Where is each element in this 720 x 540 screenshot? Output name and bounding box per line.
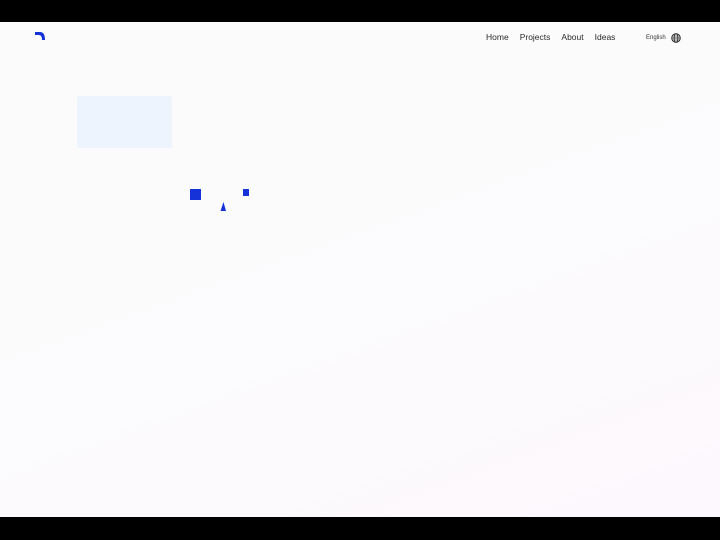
nav-projects-link[interactable]: Projects: [520, 32, 551, 42]
nav-ideas-link[interactable]: Ideas: [595, 32, 616, 42]
letterbox-bottom: [0, 517, 720, 540]
decorative-triangle-shape: [220, 202, 226, 211]
loading-card-placeholder: [77, 96, 172, 148]
globe-icon: [670, 33, 681, 43]
nav-about-link[interactable]: About: [561, 32, 583, 42]
letterbox-top: [0, 0, 720, 22]
language-label: English: [646, 35, 666, 41]
decorative-square-small: [243, 189, 249, 196]
main-nav: Home Projects About Ideas: [486, 32, 615, 42]
nav-home-link[interactable]: Home: [486, 32, 509, 42]
brand-logo-icon[interactable]: [34, 32, 46, 40]
decorative-square-large: [190, 189, 201, 200]
language-selector[interactable]: English: [646, 33, 681, 43]
page-viewport: Home Projects About Ideas English: [0, 22, 720, 517]
